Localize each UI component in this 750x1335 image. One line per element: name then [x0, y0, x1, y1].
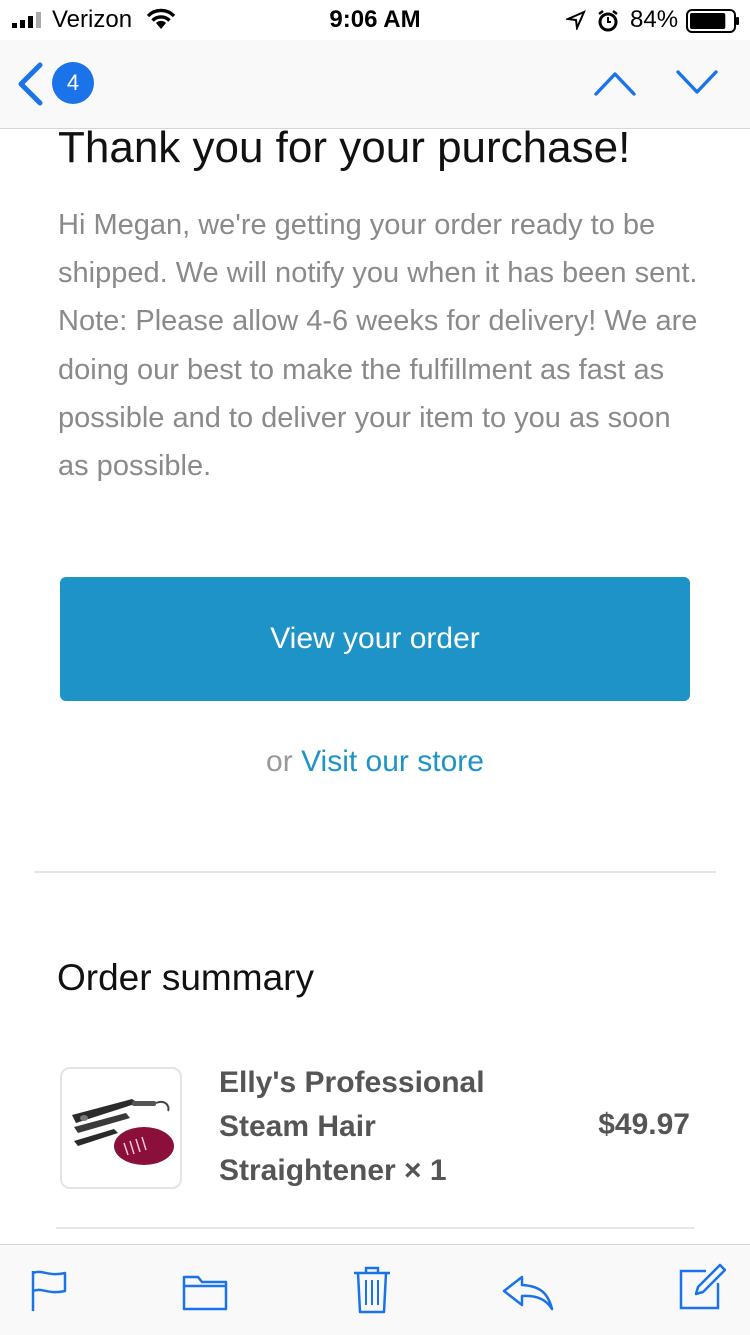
alarm-icon	[598, 10, 618, 32]
battery-percent: 84%	[630, 6, 679, 33]
hair-straightener-image	[72, 1099, 174, 1165]
order-summary-heading: Order summary	[57, 957, 314, 998]
product-thumbnail	[60, 1067, 182, 1189]
status-bar: Verizon 9:06 AM 84%	[0, 0, 750, 40]
divider	[34, 871, 716, 873]
flag-icon[interactable]	[30, 1269, 68, 1313]
unread-count-badge[interactable]: 4	[52, 62, 94, 104]
email-title: Thank you for your purchase!	[58, 129, 631, 172]
email-message: Hi Megan, we're getting your order ready…	[58, 209, 698, 483]
chevron-down-icon[interactable]	[676, 70, 718, 96]
folder-icon[interactable]	[182, 1273, 228, 1311]
visit-store-line: or Visit our store	[0, 745, 750, 779]
nav-bar: 4	[0, 40, 750, 129]
trash-icon[interactable]	[352, 1265, 392, 1315]
compose-icon[interactable]	[678, 1263, 726, 1311]
product-name: Elly's Professional Steam Hair Straighte…	[219, 1066, 485, 1187]
mail-toolbar	[0, 1244, 750, 1335]
visit-store-link[interactable]: Visit our store	[301, 745, 484, 778]
back-chevron-icon[interactable]	[16, 62, 44, 106]
email-body: Thank you for your purchase! Hi Megan, w…	[0, 129, 750, 1244]
divider	[56, 1227, 694, 1229]
battery-icon	[686, 9, 739, 33]
product-price: $49.97	[598, 1108, 690, 1141]
location-icon	[566, 10, 586, 30]
view-order-button[interactable]: View your order	[60, 577, 690, 701]
or-text: or	[266, 745, 293, 778]
chevron-up-icon[interactable]	[594, 70, 636, 96]
reply-icon[interactable]	[502, 1275, 554, 1311]
